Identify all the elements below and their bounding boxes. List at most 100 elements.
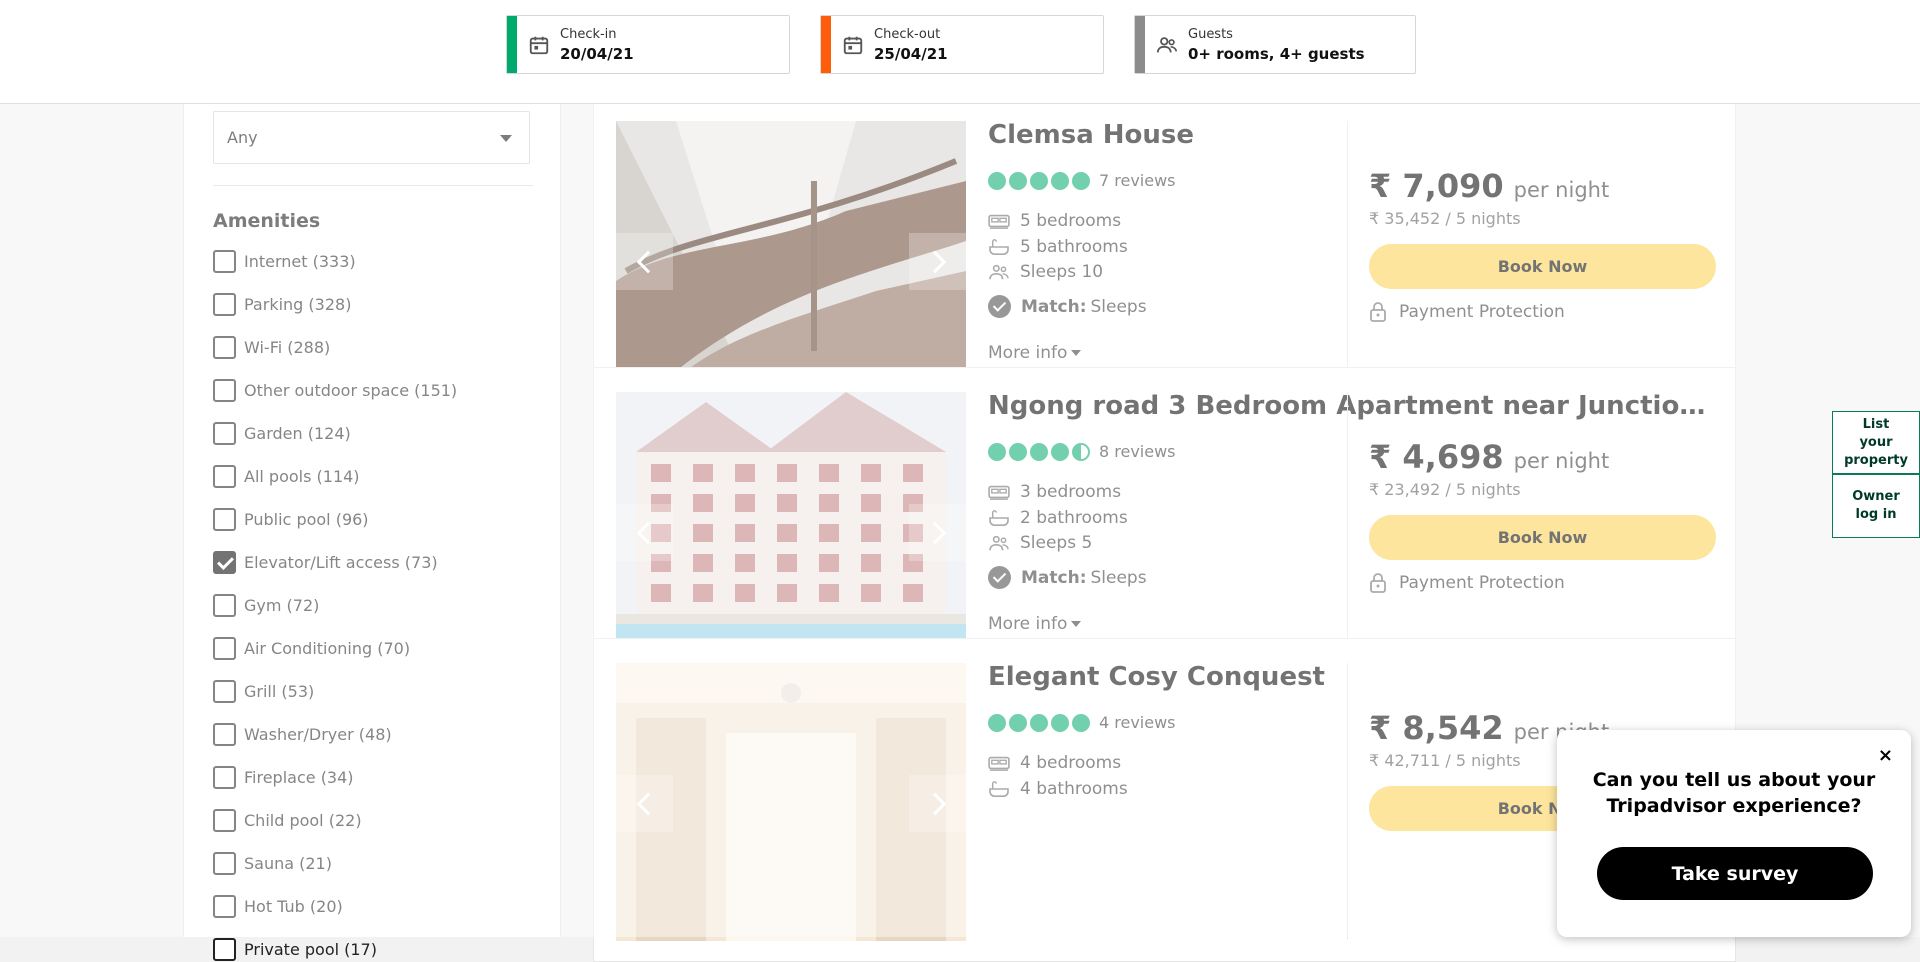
rating-bubble (1009, 442, 1027, 461)
checkbox[interactable] (213, 250, 236, 273)
bathrooms-text: 4 bathrooms (1020, 779, 1128, 799)
checkbox[interactable] (213, 379, 236, 402)
more-info-toggle[interactable]: More info (988, 343, 1082, 363)
bedrooms-feature: 5 bedrooms (988, 211, 1121, 231)
next-photo-button[interactable] (909, 504, 966, 561)
checkbox[interactable] (213, 680, 236, 703)
amenity-label: Garden (124) (244, 424, 351, 443)
calendar-icon (529, 36, 549, 54)
bathtub-icon (989, 239, 1009, 256)
checkbox[interactable] (213, 637, 236, 660)
rating: 7 reviews (988, 171, 1176, 190)
listing-photo[interactable] (616, 392, 966, 670)
amenity-checkbox-item[interactable]: Wi-Fi (288) (213, 336, 330, 359)
amenity-checkbox-item[interactable]: Internet (333) (213, 250, 356, 273)
take-survey-button[interactable]: Take survey (1597, 847, 1873, 900)
more-info-label: More info (988, 614, 1068, 634)
listing-photo[interactable] (616, 121, 966, 399)
amenity-checkbox-item[interactable]: All pools (114) (213, 465, 360, 488)
amenity-label: Private pool (17) (244, 940, 377, 959)
caret-down-icon (1071, 621, 1082, 627)
amenity-label: Air Conditioning (70) (244, 639, 411, 658)
rating-bubble (1072, 171, 1090, 190)
amenity-label: Wi-Fi (288) (244, 338, 331, 357)
match-label: Match: (1021, 567, 1087, 588)
amenity-checkbox-item[interactable]: Washer/Dryer (48) (213, 723, 392, 746)
amenities-title: Amenities (213, 210, 321, 232)
checkbox[interactable] (213, 594, 236, 617)
amenity-checkbox-item[interactable]: Air Conditioning (70) (213, 637, 410, 660)
listing-title[interactable]: Elegant Cosy Conquest (988, 662, 1325, 692)
rating-bubble (1051, 171, 1069, 190)
prev-photo-button[interactable] (616, 775, 673, 832)
checkbox[interactable] (213, 723, 236, 746)
reviews-link[interactable]: 7 reviews (1099, 171, 1176, 190)
rating-bubble (988, 171, 1006, 190)
checkbox[interactable] (213, 809, 236, 832)
payment-protection-label: Payment Protection (1399, 302, 1565, 322)
reviews-link[interactable]: 4 reviews (1099, 713, 1176, 732)
amenity-label: Other outdoor space (151) (244, 381, 458, 400)
checkbox[interactable] (213, 766, 236, 789)
amenity-checkbox-item[interactable]: Elevator/Lift access (73) (213, 551, 438, 574)
bathrooms-feature: 5 bathrooms (988, 237, 1128, 257)
listing-title[interactable]: Clemsa House (988, 120, 1194, 150)
checkout-label: Check-out (874, 26, 941, 42)
sleeps-feature: Sleeps 5 (988, 533, 1092, 553)
prev-photo-button[interactable] (616, 504, 673, 561)
amenity-checkbox-item[interactable]: Other outdoor space (151) (213, 379, 457, 402)
checkout-field[interactable]: Check-out 25/04/21 (820, 15, 1104, 74)
list-property-label: List your property (1844, 416, 1908, 468)
checkbox[interactable] (213, 508, 236, 531)
amenity-label: Gym (72) (244, 596, 320, 615)
more-info-toggle[interactable]: More info (988, 614, 1082, 634)
filter-select[interactable]: Any (213, 111, 530, 164)
next-photo-button[interactable] (909, 233, 966, 290)
checkbox[interactable] (213, 293, 236, 316)
amenity-checkbox-item[interactable]: Hot Tub (20) (213, 895, 343, 918)
close-icon[interactable]: × (1878, 745, 1893, 766)
people-icon (989, 264, 1009, 280)
bedrooms-feature: 3 bedrooms (988, 482, 1121, 502)
checkbox[interactable] (213, 895, 236, 918)
list-property-tab[interactable]: List your property (1832, 411, 1920, 474)
next-photo-button[interactable] (909, 775, 966, 832)
amenity-checkbox-item[interactable]: Grill (53) (213, 680, 314, 703)
rating-bubble (1072, 713, 1090, 732)
amenity-checkbox-item[interactable]: Sauna (21) (213, 852, 332, 875)
amenity-checkbox-item[interactable]: Public pool (96) (213, 508, 369, 531)
checkbox[interactable] (213, 465, 236, 488)
checkbox-checked[interactable] (213, 551, 236, 574)
bedrooms-text: 4 bedrooms (1020, 753, 1122, 773)
chevron-down-icon (500, 135, 512, 142)
amenity-checkbox-item[interactable]: Child pool (22) (213, 809, 362, 832)
listing-title[interactable]: Ngong road 3 Bedroom Apartment near Junc… (988, 391, 1718, 421)
checkbox[interactable] (213, 336, 236, 359)
amenity-label: Parking (328) (244, 295, 352, 314)
amenity-checkbox-item[interactable]: Gym (72) (213, 594, 319, 617)
amenity-checkbox-item[interactable]: Private pool (17) (213, 938, 377, 961)
guests-field[interactable]: Guests 0+ rooms, 4+ guests (1134, 15, 1416, 74)
checkbox[interactable] (213, 938, 236, 961)
guests-value: 0+ rooms, 4+ guests (1188, 44, 1365, 63)
book-now-button[interactable]: Book Now (1369, 244, 1716, 289)
prev-photo-button[interactable] (616, 233, 673, 290)
amenity-label: Fireplace (34) (244, 768, 354, 787)
checkbox[interactable] (213, 852, 236, 875)
amenity-checkbox-item[interactable]: Fireplace (34) (213, 766, 354, 789)
amenity-checkbox-item[interactable]: Parking (328) (213, 293, 351, 316)
owner-login-tab[interactable]: Owner log in (1832, 474, 1920, 538)
payment-protection-label: Payment Protection (1399, 573, 1565, 593)
rating-bubble (988, 713, 1006, 732)
book-now-button[interactable]: Book Now (1369, 515, 1716, 560)
calendar-icon (843, 36, 863, 54)
listing-photo[interactable] (616, 663, 966, 941)
filters-panel: Any Amenities Internet (333) Parking (328… (183, 104, 561, 961)
amenity-checkbox-item[interactable]: Garden (124) (213, 422, 351, 445)
checkin-field[interactable]: Check-in 20/04/21 (506, 15, 790, 74)
lock-icon (1370, 302, 1386, 322)
reviews-link[interactable]: 8 reviews (1099, 442, 1176, 461)
checkbox[interactable] (213, 422, 236, 445)
chevron-left-icon (636, 792, 659, 815)
amenity-label: Sauna (21) (244, 854, 332, 873)
